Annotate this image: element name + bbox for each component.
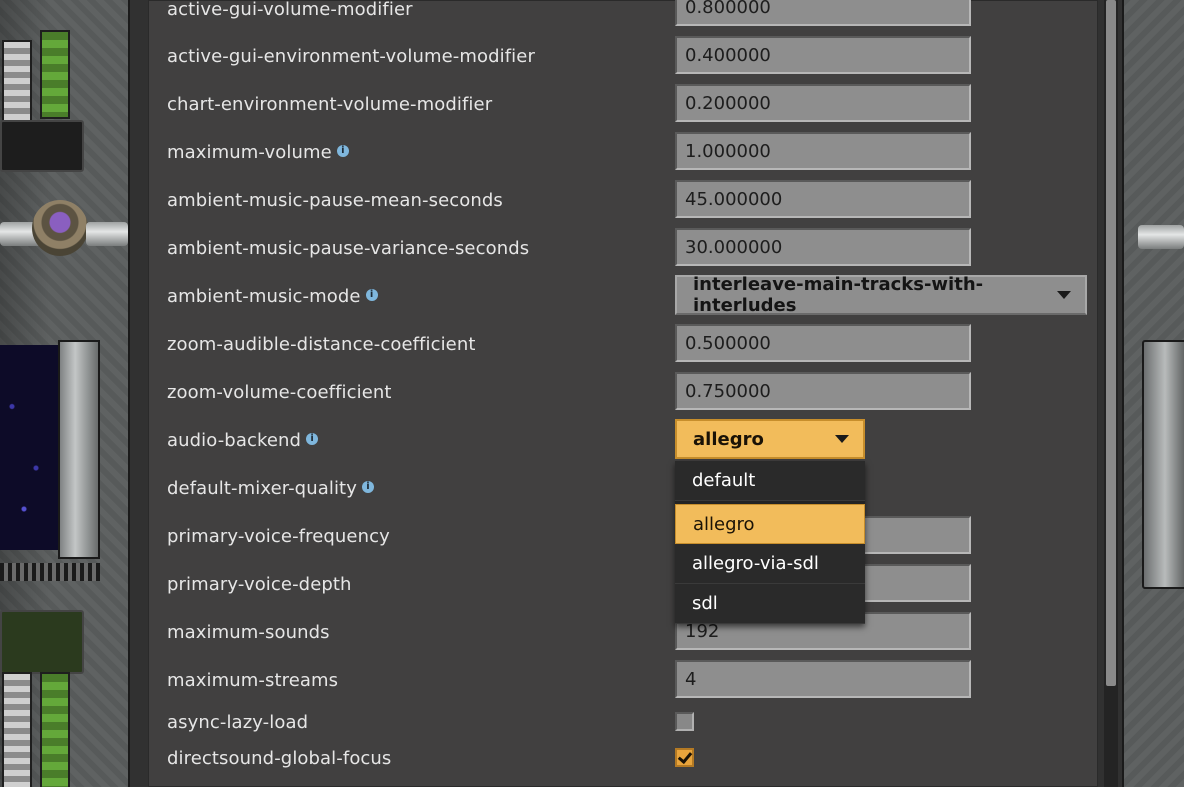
directsound-global-focus-checkbox[interactable] [675, 748, 694, 767]
inserter-machine [0, 610, 84, 674]
inserter-machine [0, 120, 84, 172]
transport-belt [2, 40, 32, 124]
info-icon[interactable]: i [361, 481, 374, 493]
setting-row: maximum-volume i [167, 135, 349, 169]
setting-value-input[interactable]: 45.000000 [675, 180, 971, 218]
setting-label: maximum-streams [167, 669, 339, 691]
setting-label: maximum-sounds [167, 621, 330, 643]
setting-value-input[interactable]: 4 [675, 660, 971, 698]
setting-label: maximum-volume [167, 141, 332, 163]
setting-value-input[interactable]: 0.800000 [675, 0, 971, 26]
setting-label: active-gui-volume-modifier [167, 0, 413, 20]
panel-border-left [128, 0, 150, 787]
menu-item-allegro-via-sdl[interactable]: allegro-via-sdl [675, 544, 865, 584]
ambient-music-mode-dropdown[interactable]: interleave-main-tracks-with-interludes [675, 274, 1087, 316]
setting-row: chart-environment-volume-modifier [167, 87, 492, 121]
setting-label: primary-voice-frequency [167, 525, 390, 547]
setting-label: directsound-global-focus [167, 747, 392, 769]
setting-value-input[interactable]: 0.500000 [675, 324, 971, 362]
setting-label: ambient-music-pause-mean-seconds [167, 189, 503, 211]
audio-backend-dropdown[interactable]: allegro [675, 419, 865, 459]
transport-belt [2, 672, 32, 787]
setting-label: active-gui-environment-volume-modifier [167, 45, 535, 67]
menu-item-sdl[interactable]: sdl [675, 584, 865, 624]
pump-machine [32, 200, 88, 256]
chevron-down-icon [835, 435, 849, 443]
info-icon[interactable]: i [336, 145, 349, 157]
radar-screen [0, 345, 60, 550]
setting-value-input[interactable]: 30.000000 [675, 228, 971, 266]
setting-label: default-mixer-quality [167, 477, 357, 499]
setting-row: maximum-streams [167, 663, 338, 697]
setting-row: active-gui-environment-volume-modifier [167, 39, 535, 73]
game-background-left [0, 0, 128, 787]
setting-value-input[interactable]: 0.400000 [675, 36, 971, 74]
setting-row: primary-voice-frequency [167, 519, 390, 553]
transport-belt [40, 672, 70, 787]
pipe [86, 222, 128, 246]
checkmark-icon [677, 748, 693, 765]
setting-label: zoom-volume-coefficient [167, 381, 392, 403]
setting-label: ambient-music-pause-variance-seconds [167, 237, 530, 259]
setting-row: active-gui-volume-modifier [167, 0, 413, 26]
chevron-down-icon [1057, 291, 1071, 299]
setting-value-input[interactable]: 0.200000 [675, 84, 971, 122]
setting-row: ambient-music-pause-variance-seconds [167, 231, 529, 265]
setting-row: default-mixer-quality i [167, 471, 374, 505]
menu-item-allegro[interactable]: allegro [675, 504, 865, 544]
dropdown-value: allegro [693, 428, 764, 450]
setting-label: primary-voice-depth [167, 573, 352, 595]
setting-row: primary-voice-depth [167, 567, 352, 601]
setting-value-input[interactable]: 1.000000 [675, 132, 971, 170]
async-lazy-load-checkbox[interactable] [675, 712, 694, 731]
transport-belt [40, 30, 70, 119]
game-screen: active-gui-volume-modifier 0.800000 acti… [0, 0, 1184, 787]
setting-row: async-lazy-load [167, 705, 308, 739]
setting-label: async-lazy-load [167, 711, 309, 733]
setting-row: directsound-global-focus [167, 741, 391, 775]
setting-row: audio-backend i [167, 423, 319, 457]
menu-item-default[interactable]: default [675, 461, 865, 501]
setting-label: chart-environment-volume-modifier [167, 93, 493, 115]
setting-row: maximum-sounds [167, 615, 330, 649]
game-background-right [1122, 0, 1184, 787]
pipe [1138, 225, 1184, 249]
setting-label: zoom-audible-distance-coefficient [167, 333, 476, 355]
info-icon[interactable]: i [306, 433, 319, 445]
setting-label: ambient-music-mode [167, 285, 361, 307]
tower-structure [58, 340, 100, 559]
dropdown-value: interleave-main-tracks-with-interludes [693, 274, 984, 316]
setting-value-input[interactable]: 0.750000 [675, 372, 971, 410]
setting-row: ambient-music-pause-mean-seconds [167, 183, 503, 217]
audio-backend-options-menu: default allegro allegro-via-sdl sdl [675, 461, 865, 624]
tower-structure [1142, 340, 1184, 589]
setting-label: audio-backend [167, 429, 302, 451]
info-icon[interactable]: i [365, 289, 378, 301]
vent-grill [0, 563, 100, 581]
setting-row: zoom-volume-coefficient [167, 375, 392, 409]
scrollbar-thumb[interactable] [1106, 0, 1116, 686]
setting-row: ambient-music-mode i [167, 279, 378, 313]
setting-row: zoom-audible-distance-coefficient [167, 327, 476, 361]
